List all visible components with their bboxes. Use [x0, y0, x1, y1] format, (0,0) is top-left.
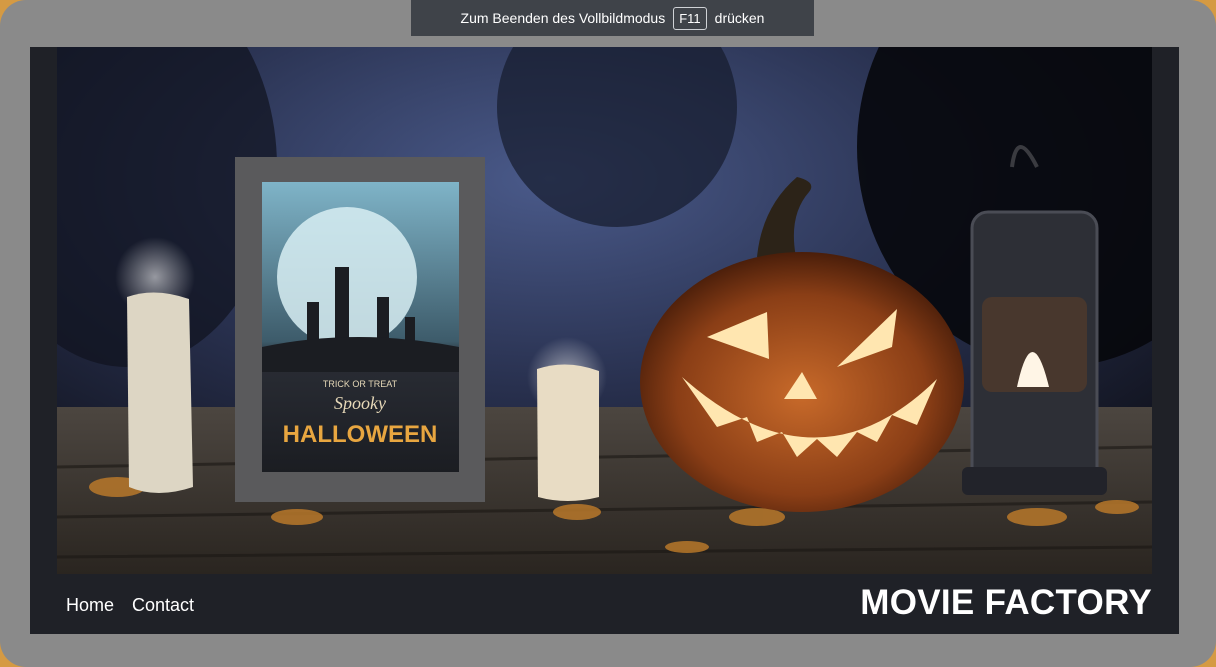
main-navigation: Home Contact	[66, 595, 194, 616]
poster-text-spooky: Spooky	[334, 393, 386, 413]
site-brand-title: MOVIE FACTORY	[860, 583, 1152, 622]
tall-candle	[127, 292, 193, 493]
hero-image: TRICK OR TREAT Spooky HALLOWEEN	[57, 47, 1152, 574]
poster-text-halloween: HALLOWEEN	[283, 421, 438, 448]
poster-text-trick-or-treat: TRICK OR TREAT	[323, 379, 398, 389]
website: TRICK OR TREAT Spooky HALLOWEEN Home Con…	[30, 47, 1179, 634]
nav-link-contact[interactable]: Contact	[132, 595, 194, 616]
short-candle	[537, 364, 599, 501]
f11-key-badge: F11	[673, 6, 707, 30]
fullscreen-notice-text: Zum Beenden des Vollbildmodus	[460, 10, 666, 26]
nav-link-home[interactable]: Home	[66, 595, 114, 616]
fullscreen-exit-notice: Zum Beenden des Vollbildmodus F11 drücke…	[411, 0, 814, 36]
fullscreen-notice-suffix: drücken	[714, 10, 765, 26]
